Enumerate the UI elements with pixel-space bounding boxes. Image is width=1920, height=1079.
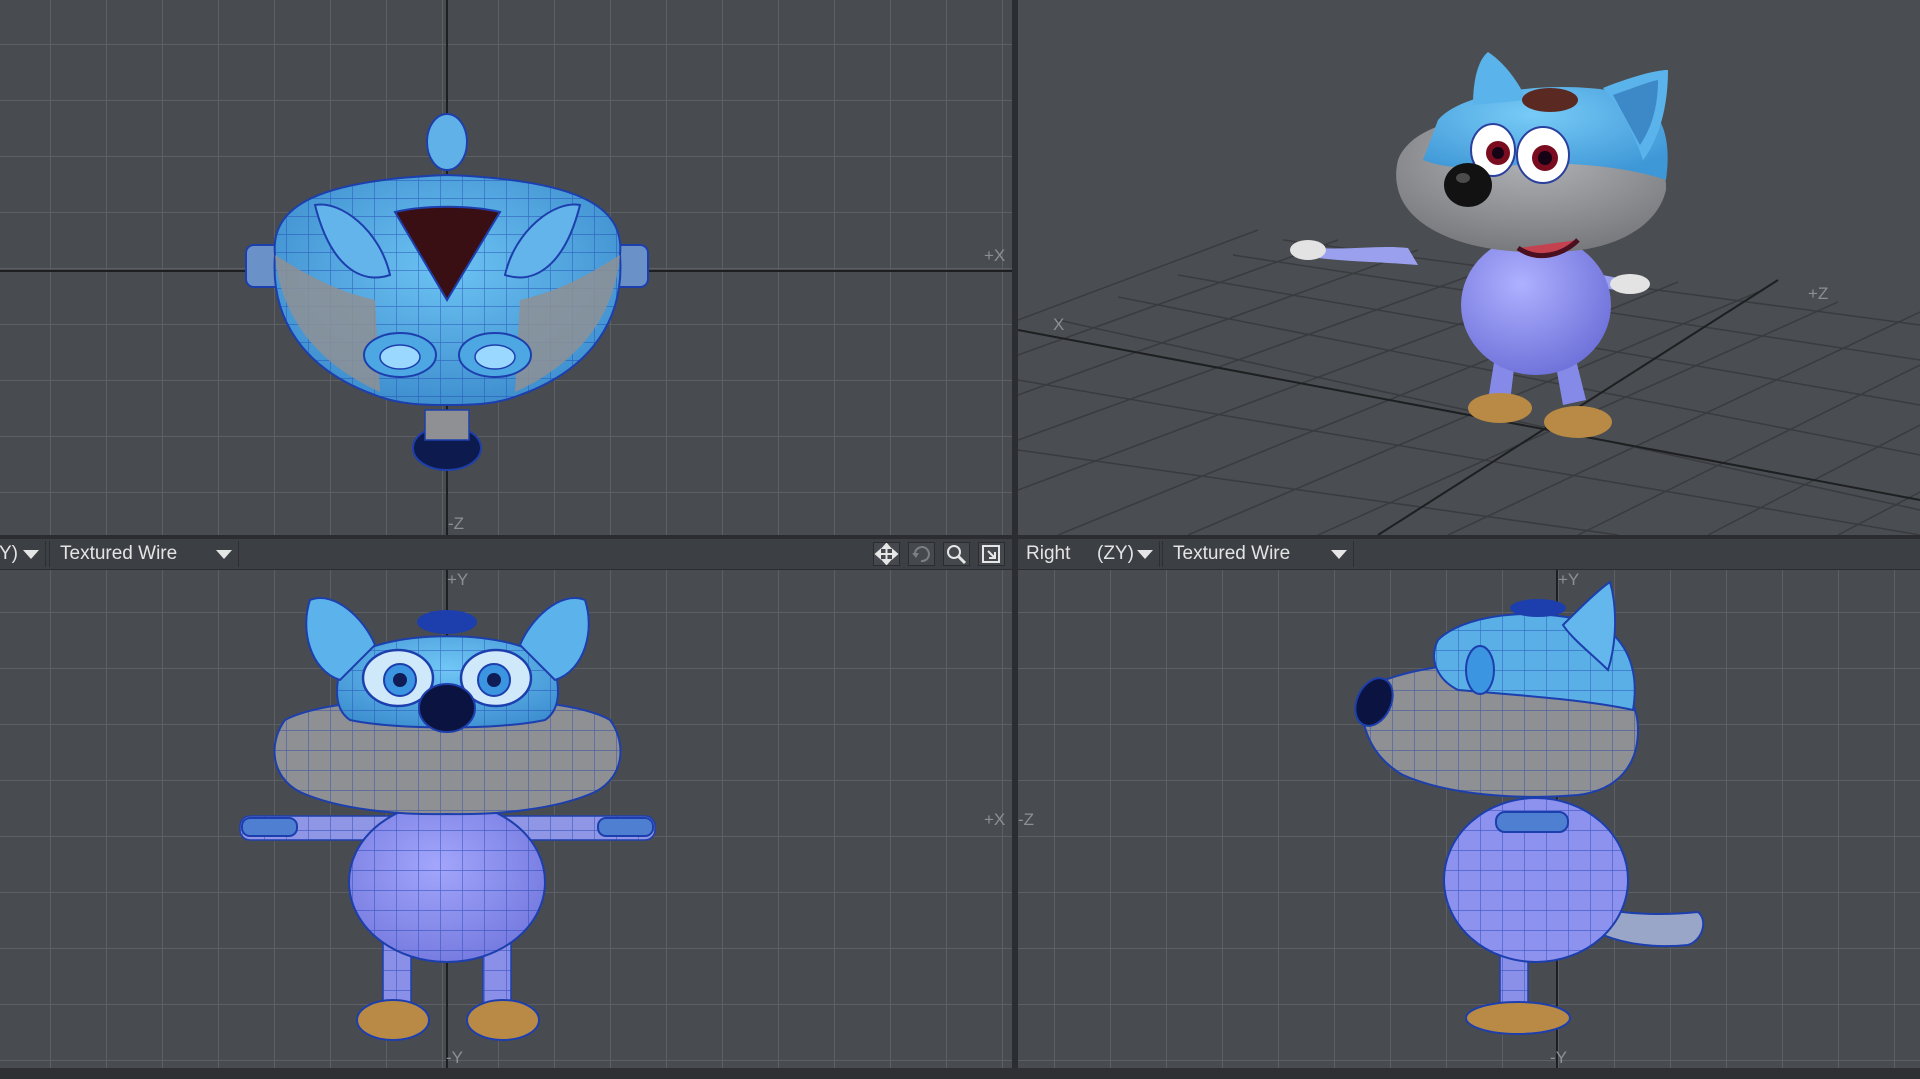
maximize-viewport-button[interactable] (978, 542, 1005, 566)
zoom-view-button[interactable] (943, 542, 970, 566)
chevron-down-icon (1137, 550, 1153, 559)
raccoon-top-view-mesh (245, 113, 649, 471)
rotate-view-button[interactable] (908, 542, 935, 566)
render-mode-value: Textured Wire (60, 543, 178, 564)
chevron-down-icon (1331, 550, 1347, 559)
viewport-header-front: Y) Textured Wire (0, 539, 1012, 570)
raccoon-front-view-mesh (239, 597, 656, 1041)
viewport-perspective[interactable]: X +Z (1018, 0, 1920, 535)
view-type-select[interactable]: Right (ZY) (1018, 541, 1160, 567)
chevron-down-icon (216, 550, 232, 559)
render-mode-select[interactable]: Textured Wire (1162, 541, 1354, 567)
viewport-front[interactable]: +Y +X -Y (0, 570, 1012, 1068)
view-axes-select[interactable]: Y) (0, 541, 46, 567)
render-mode-select[interactable]: Textured Wire (49, 541, 239, 567)
rotate-icon (912, 546, 930, 563)
viewport-right[interactable]: +Y -Z -Y (1018, 570, 1920, 1068)
raccoon-side-view-mesh (1354, 580, 1705, 1035)
pan-move-button[interactable] (873, 542, 900, 566)
modeler-workspace: +X -Z X +Z Y) Textured Wire Right (ZY) T… (0, 0, 1920, 1079)
view-axes-value: Y) (0, 543, 18, 564)
zoom-icon (947, 545, 967, 565)
status-strip (0, 1068, 1920, 1079)
view-axes-value: (ZY) (1097, 543, 1134, 564)
chevron-down-icon (23, 550, 39, 559)
maximize-icon (982, 545, 1000, 563)
viewport-top[interactable]: +X -Z (0, 0, 1012, 535)
viewport-header-right: Right (ZY) Textured Wire (1018, 539, 1920, 570)
render-mode-value: Textured Wire (1173, 543, 1291, 564)
move-icon (874, 542, 899, 566)
raccoon-shaded-model (1290, 52, 1668, 438)
view-type-value: Right (1026, 543, 1071, 564)
